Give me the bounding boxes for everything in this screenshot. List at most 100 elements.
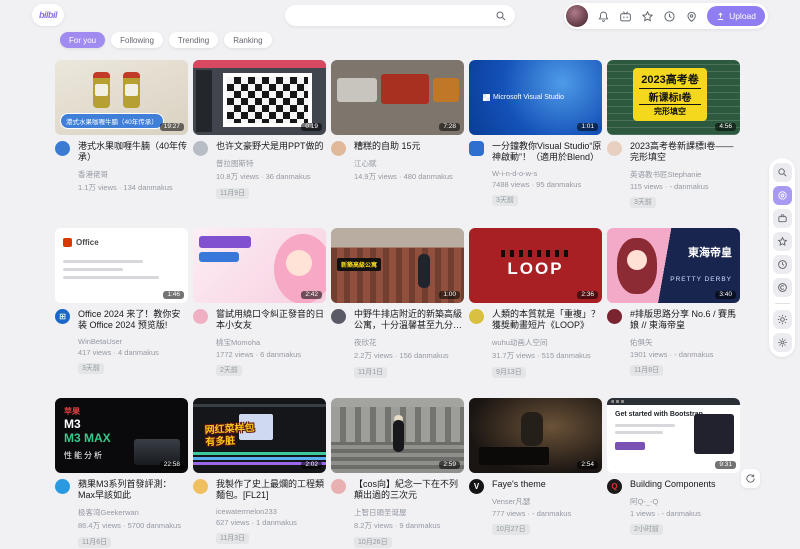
video-title[interactable]: 一分鐘教你Visual Studio“原神啟動”！（適用於Blend） — [492, 141, 602, 163]
video-author[interactable]: 普拉图斯特 — [216, 158, 326, 169]
video-card[interactable]: LOOP 2:36 人類的本質就是「重複」？獲獎動畫短片《LOOP》 wuhu动… — [469, 228, 602, 379]
video-author[interactable]: wuhu动画人空间 — [492, 337, 602, 348]
tv-icon[interactable] — [619, 10, 632, 23]
video-thumbnail[interactable]: Microsoft Visual Studio 1:01 — [469, 60, 602, 135]
video-title[interactable]: 港式水果咖喱牛腩（40年传承） — [78, 141, 188, 163]
video-author[interactable]: 佑俱矢 — [630, 337, 740, 348]
video-author[interactable]: 夜欣花 — [354, 337, 464, 348]
video-thumbnail[interactable]: 2:54 — [469, 398, 602, 473]
video-thumbnail[interactable]: 2:59 — [331, 398, 464, 473]
uploader-avatar[interactable] — [469, 141, 484, 156]
uploader-avatar[interactable] — [607, 141, 622, 156]
video-card[interactable]: 新築高級公寓 1:00 中野牛排店附近的新築高級公寓，十分溫馨甚至九分乾淨 夜欣… — [331, 228, 464, 379]
refresh-button[interactable] — [741, 469, 760, 488]
video-title[interactable]: 中野牛排店附近的新築高級公寓，十分溫馨甚至九分乾淨 — [354, 309, 464, 331]
uploader-avatar[interactable] — [193, 479, 208, 494]
video-author[interactable]: 江心赋 — [354, 158, 464, 169]
video-title[interactable]: 也许文豪野犬是用PPT做的 — [216, 141, 326, 152]
briefcase-icon[interactable] — [773, 209, 792, 228]
star-icon[interactable] — [641, 10, 654, 23]
video-thumbnail[interactable]: 2:42 — [193, 228, 326, 303]
video-title[interactable]: 嘗試用繞口令糾正發音的日本小女友 — [216, 309, 326, 331]
search-icon[interactable] — [773, 163, 792, 182]
video-card[interactable]: Microsoft Visual Studio 1:01 一分鐘教你Visual… — [469, 60, 602, 209]
tab-following[interactable]: Following — [111, 32, 163, 48]
video-thumbnail[interactable]: 7:28 — [331, 60, 464, 135]
video-author[interactable]: 桃宝Momoha — [216, 337, 326, 348]
video-card[interactable]: 2023高考卷 新课标I卷 完形填空 4:56 2023高考卷新課標I卷——完形… — [607, 60, 740, 209]
video-title[interactable]: Building Components — [630, 479, 740, 490]
video-author[interactable]: 上智日頭圣诞屋 — [354, 507, 464, 518]
uploader-avatar[interactable] — [331, 141, 346, 156]
uploader-avatar[interactable]: ⊞ — [55, 309, 70, 324]
uploader-avatar[interactable] — [55, 479, 70, 494]
video-author[interactable]: 极客湾Geekerwan — [78, 507, 188, 518]
video-author[interactable]: icewatermelon233 — [216, 507, 326, 516]
search-icon[interactable] — [495, 10, 507, 22]
uploader-avatar[interactable] — [469, 309, 484, 324]
video-title[interactable]: 蘋果M3系列首發評測：Max早該如此 — [78, 479, 188, 501]
tab-trending[interactable]: Trending — [169, 32, 218, 48]
video-author[interactable]: 香港佬哥 — [78, 169, 188, 180]
bell-icon[interactable] — [597, 10, 610, 23]
uploader-avatar[interactable] — [193, 309, 208, 324]
video-thumbnail[interactable]: LOOP 2:36 — [469, 228, 602, 303]
video-title[interactable]: Faye's theme — [492, 479, 602, 490]
video-title[interactable]: 【cos向】紀念一下在不列顛出過的三次元 — [354, 479, 464, 501]
video-thumbnail[interactable]: 苹果 M3 M3 MAX 性能分析 22:58 — [55, 398, 188, 473]
video-card[interactable]: 2:54 V Faye's theme Venser凡瑟 777 views ·… — [469, 398, 602, 549]
upload-button[interactable]: Upload — [707, 6, 765, 26]
tab-for-you[interactable]: For you — [60, 32, 105, 48]
search-bar[interactable] — [285, 5, 515, 26]
video-thumbnail[interactable]: 网红菜样包 有多脏 2:02 — [193, 398, 326, 473]
pin-icon[interactable] — [685, 10, 698, 23]
user-avatar[interactable] — [566, 5, 588, 27]
video-thumbnail[interactable]: Get started with Bootstrap 9:31 — [607, 398, 740, 473]
video-card[interactable]: 0:19 也许文豪野犬是用PPT做的 普拉图斯特 10.8万 views · 3… — [193, 60, 326, 209]
uploader-avatar[interactable]: V — [469, 479, 484, 494]
video-title[interactable]: #排版思路分享 No.6 / 賽馬娘 // 東海帝皇 — [630, 309, 740, 331]
video-card[interactable]: 東海帝皇 PRETTY DERBY 3:40 #排版思路分享 No.6 / 賽馬… — [607, 228, 740, 379]
copyright-icon[interactable] — [773, 278, 792, 297]
uploader-avatar[interactable] — [331, 479, 346, 494]
video-card[interactable]: Get started with Bootstrap 9:31 Q Buildi… — [607, 398, 740, 549]
video-card[interactable]: 2:59 【cos向】紀念一下在不列顛出過的三次元 上智日頭圣诞屋 8.2万 v… — [331, 398, 464, 549]
video-card[interactable]: 苹果 M3 M3 MAX 性能分析 22:58 蘋果M3系列首發評測：Max早該… — [55, 398, 188, 549]
video-card[interactable]: 网红菜样包 有多脏 2:02 我製作了史上最爛的工程類麵包。[FL21] ice… — [193, 398, 326, 549]
video-title[interactable]: 我製作了史上最爛的工程類麵包。[FL21] — [216, 479, 326, 501]
sun-icon[interactable] — [773, 310, 792, 329]
video-thumbnail[interactable]: 東海帝皇 PRETTY DERBY 3:40 — [607, 228, 740, 303]
video-title[interactable]: 2023高考卷新課標I卷——完形填空 — [630, 141, 740, 163]
video-card[interactable]: 7:28 糟糕的自助 15元 江心赋 14.9万 views · 480 dan… — [331, 60, 464, 209]
video-card[interactable]: Office 1:46 ⊞ Office 2024 来了！教你安装 Office… — [55, 228, 188, 379]
star-icon[interactable] — [773, 232, 792, 251]
video-author[interactable]: 英语教书匠Stephanie — [630, 169, 740, 180]
video-thumbnail[interactable]: 港式水果咖喱牛腩（40年传承） 19:27 — [55, 60, 188, 135]
video-author[interactable]: W-i-n-d-o-w-s — [492, 169, 602, 178]
video-card[interactable]: 港式水果咖喱牛腩（40年传承） 19:27 港式水果咖喱牛腩（40年传承） 香港… — [55, 60, 188, 209]
clock-icon[interactable] — [773, 255, 792, 274]
video-card[interactable]: 2:42 嘗試用繞口令糾正發音的日本小女友 桃宝Momoha 1772 view… — [193, 228, 326, 379]
video-thumbnail[interactable]: 0:19 — [193, 60, 326, 135]
video-author[interactable]: Venser凡瑟 — [492, 496, 602, 507]
clock-icon[interactable] — [663, 10, 676, 23]
video-author[interactable]: WinBetaUser — [78, 337, 188, 346]
video-title[interactable]: Office 2024 来了！教你安装 Office 2024 预览版! — [78, 309, 188, 331]
uploader-avatar[interactable] — [331, 309, 346, 324]
video-thumbnail[interactable]: 新築高級公寓 1:00 — [331, 228, 464, 303]
video-stats: 627 views · 1 danmakus — [216, 518, 326, 527]
recommend-icon[interactable] — [773, 186, 792, 205]
uploader-avatar[interactable]: Q — [607, 479, 622, 494]
search-input[interactable] — [285, 11, 495, 20]
video-title[interactable]: 糟糕的自助 15元 — [354, 141, 464, 152]
gear-icon[interactable] — [773, 333, 792, 352]
video-title[interactable]: 人類的本質就是「重複」？獲獎動畫短片《LOOP》 — [492, 309, 602, 331]
uploader-avatar[interactable] — [55, 141, 70, 156]
video-thumbnail[interactable]: Office 1:46 — [55, 228, 188, 303]
uploader-avatar[interactable] — [193, 141, 208, 156]
uploader-avatar[interactable] — [607, 309, 622, 324]
site-logo[interactable]: bilbil — [32, 4, 64, 26]
video-author[interactable]: 阿Q-_-Q — [630, 496, 740, 507]
tab-ranking[interactable]: Ranking — [224, 32, 271, 48]
video-thumbnail[interactable]: 2023高考卷 新课标I卷 完形填空 4:56 — [607, 60, 740, 135]
